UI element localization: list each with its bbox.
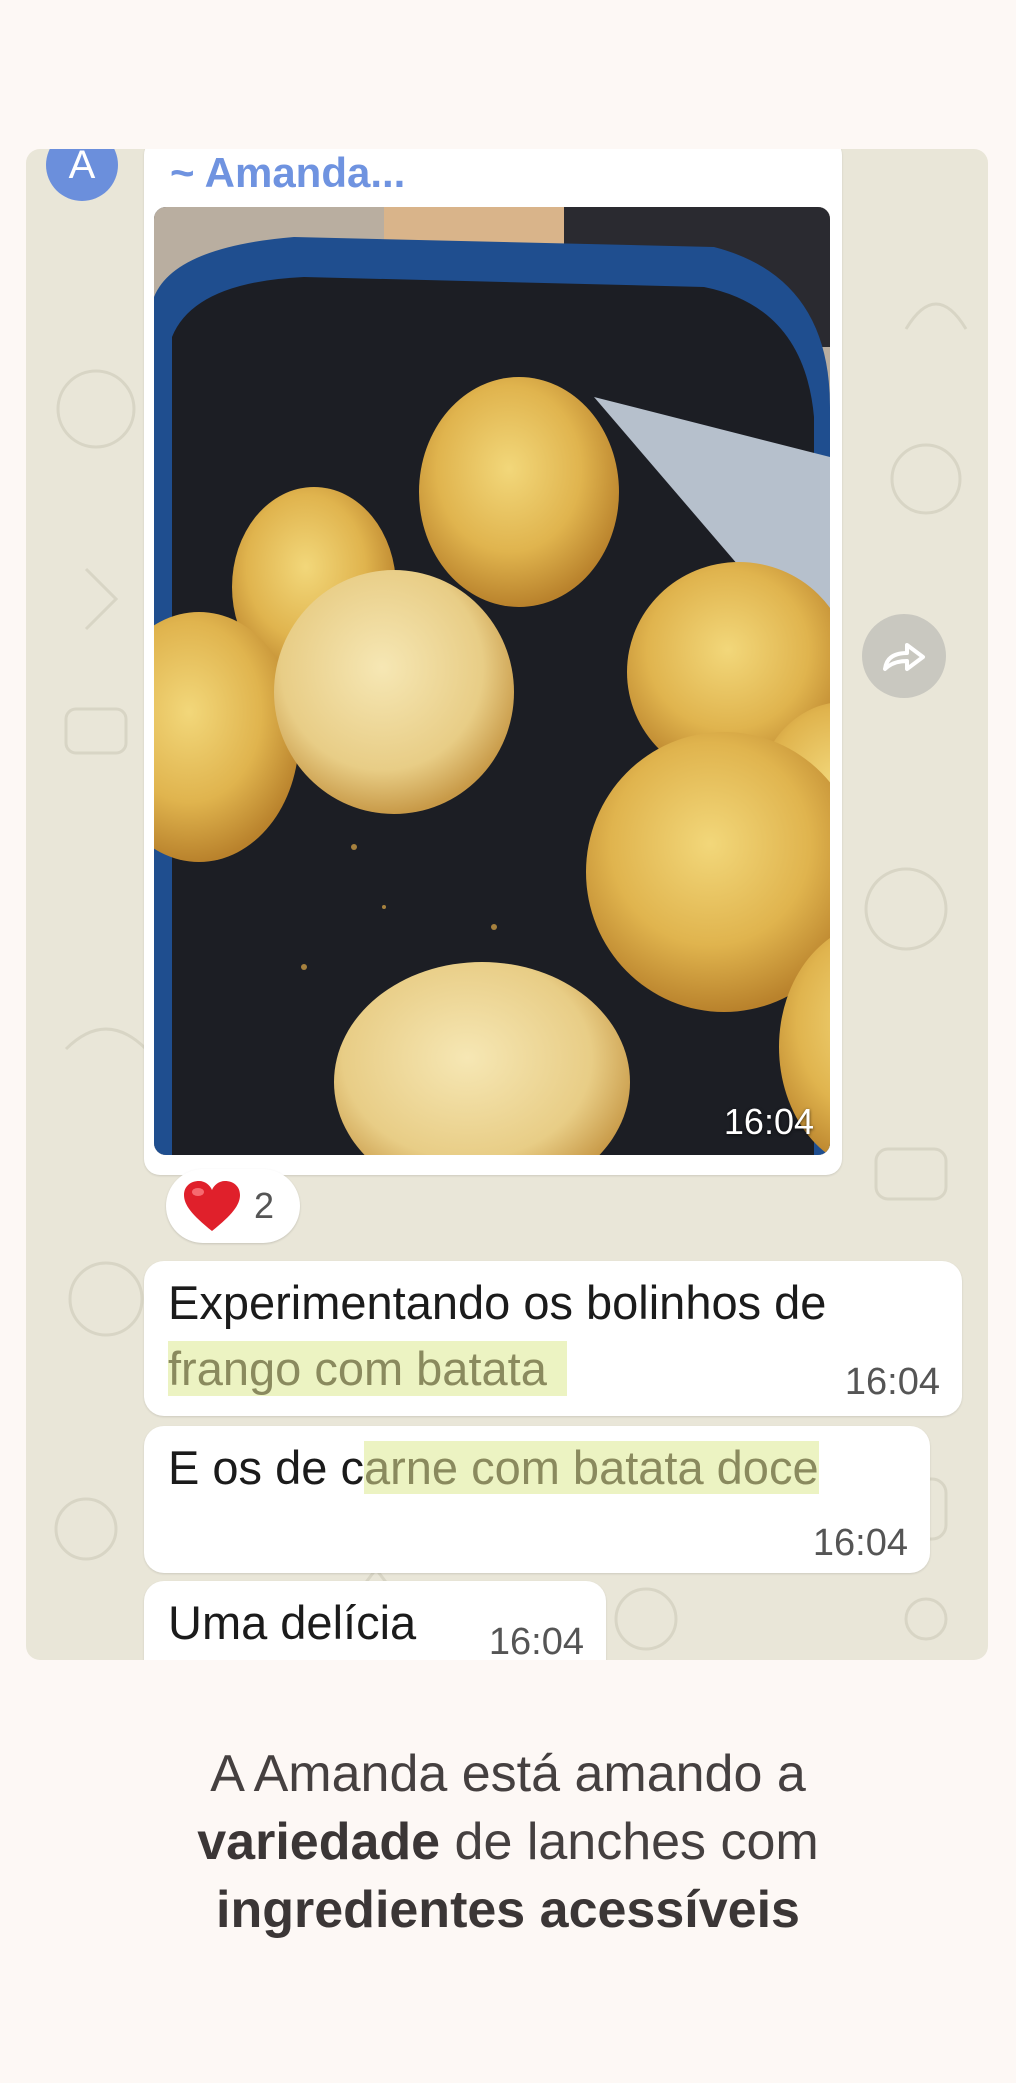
photo-timestamp: 16:04 xyxy=(723,1101,814,1142)
message-time: 16:04 xyxy=(812,1522,908,1564)
chat-background: A ~ Amanda... 16:04 2 Experimentando os … xyxy=(26,149,988,1660)
message-time: 16:04 xyxy=(844,1361,940,1403)
caption-line3: ingredientes acessíveis xyxy=(0,1876,1016,1944)
message-text: E os de carne com batata doce xyxy=(168,1441,819,1494)
message-text-highlight: arne com batata doce xyxy=(363,1441,819,1494)
caption-bold-variedade: variedade xyxy=(197,1813,441,1871)
message-bubble-3[interactable]: Uma delícia 16:04 xyxy=(144,1581,606,1660)
caption-line1: A Amanda está amando a xyxy=(210,1745,806,1803)
forward-button[interactable] xyxy=(862,614,946,698)
caption: A Amanda está amando a variedade de lanc… xyxy=(0,1740,1016,1944)
photo-illustration xyxy=(154,207,830,1155)
reaction-count: 2 xyxy=(254,1185,275,1226)
image-message-bubble[interactable]: ~ Amanda... 16:04 xyxy=(144,149,842,1175)
caption-bold-ingredientes: ingredientes acessíveis xyxy=(216,1881,800,1939)
message-bubble-1[interactable]: Experimentando os bolinhos de frango com… xyxy=(144,1261,962,1416)
message-text-highlight: frango com batata xyxy=(168,1341,567,1396)
sender-name[interactable]: ~ Amanda... xyxy=(170,149,405,197)
reaction-pill[interactable]: 2 xyxy=(166,1169,300,1243)
message-text-line1: Experimentando os bolinhos de xyxy=(168,1276,827,1329)
caption-line2: variedade de lanches com xyxy=(197,1813,819,1871)
message-bubble-2[interactable]: E os de carne com batata doce 16:04 xyxy=(144,1426,930,1573)
forward-icon xyxy=(883,643,925,671)
food-photo[interactable]: 16:04 xyxy=(154,207,830,1155)
message-text: Uma delícia xyxy=(168,1596,417,1649)
heart-emoji xyxy=(184,1181,240,1231)
message-time: 16:04 xyxy=(488,1621,584,1660)
